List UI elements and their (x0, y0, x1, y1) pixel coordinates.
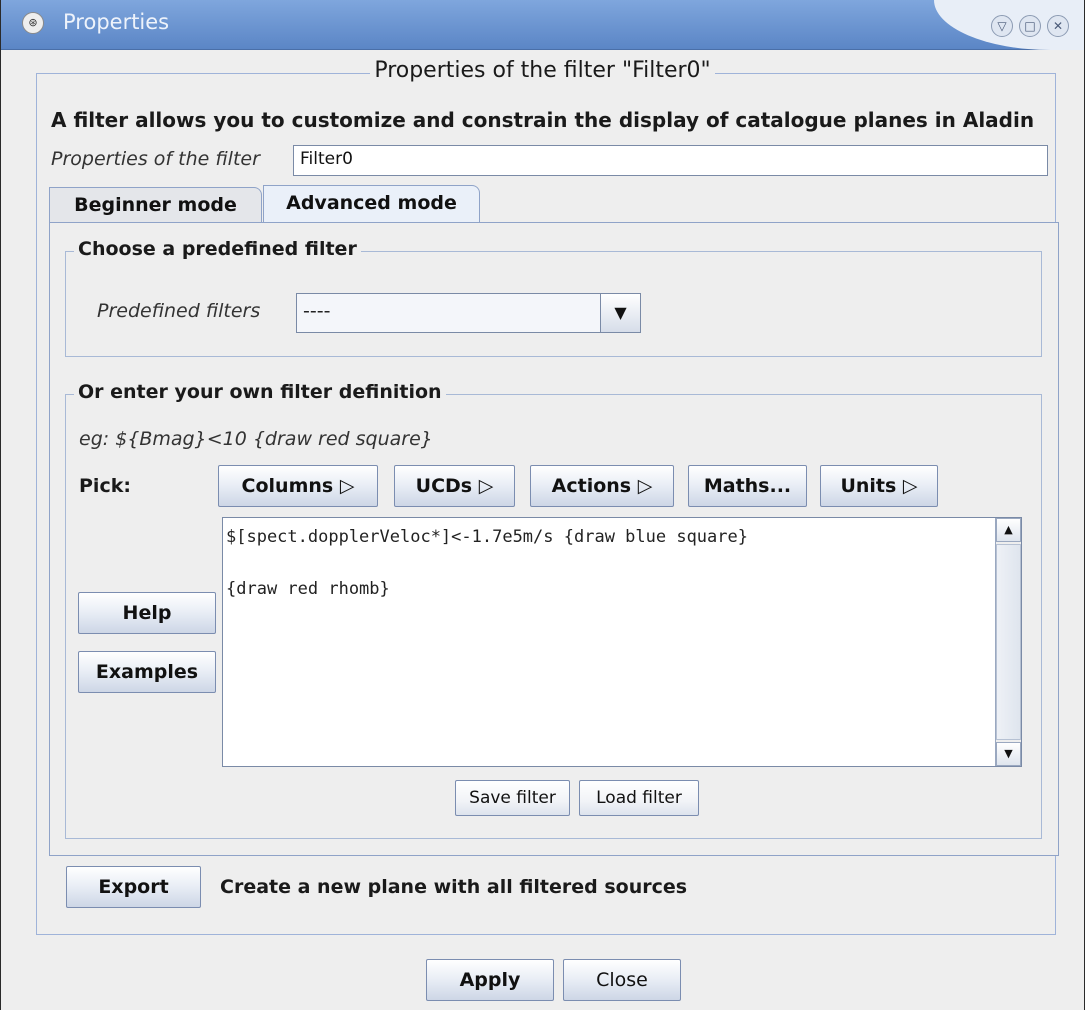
units-button[interactable]: Units ▷ (820, 465, 938, 507)
chevron-down-icon[interactable]: ▼ (600, 294, 640, 332)
properties-window: ⊛ Properties ▽ □ ✕ Properties of the fil… (0, 0, 1085, 1010)
columns-button[interactable]: Columns ▷ (218, 465, 378, 507)
pick-label: Pick: (79, 475, 131, 497)
actions-button[interactable]: Actions ▷ (530, 465, 674, 507)
ucds-button[interactable]: UCDs ▷ (394, 465, 515, 507)
maximize-icon[interactable]: □ (1019, 15, 1041, 37)
window-title: Properties (63, 10, 170, 34)
custom-filter-group-title: Or enter your own filter definition (74, 381, 446, 403)
app-icon[interactable]: ⊛ (22, 12, 44, 34)
title-bar[interactable]: ⊛ Properties ▽ □ ✕ (1, 0, 1084, 50)
filter-definition-textarea[interactable]: $[spect.dopplerVeloc*]<-1.7e5m/s {draw b… (222, 517, 1022, 767)
predefined-filters-select[interactable]: ---- ▼ (296, 293, 641, 333)
filter-name-input[interactable]: Filter0 (293, 145, 1048, 176)
save-filter-button[interactable]: Save filter (455, 780, 570, 816)
predefined-filter-group-title: Choose a predefined filter (74, 238, 361, 260)
filter-name-label: Properties of the filter (51, 148, 260, 170)
predefined-filters-value: ---- (303, 300, 331, 322)
examples-button[interactable]: Examples (78, 651, 216, 693)
close-icon[interactable]: ✕ (1047, 15, 1069, 37)
help-button[interactable]: Help (78, 592, 216, 634)
minimize-icon[interactable]: ▽ (991, 15, 1013, 37)
export-description: Create a new plane with all filtered sou… (220, 876, 688, 898)
tab-beginner-mode[interactable]: Beginner mode (49, 187, 262, 223)
filter-example-text: eg: ${Bmag}<10 {draw red square} (79, 428, 433, 450)
tab-advanced-mode[interactable]: Advanced mode (263, 185, 480, 224)
close-button[interactable]: Close (563, 959, 681, 1001)
predefined-filters-label: Predefined filters (97, 300, 261, 322)
maths-button[interactable]: Maths... (688, 465, 807, 507)
filter-definition-text[interactable]: $[spect.dopplerVeloc*]<-1.7e5m/s {draw b… (226, 524, 991, 602)
vertical-scrollbar[interactable]: ▲ ▼ (995, 518, 1021, 766)
scrollbar-thumb[interactable] (996, 544, 1021, 740)
section-title-text: Properties of the filter "Filter0" (370, 58, 715, 83)
export-button[interactable]: Export (66, 866, 201, 908)
filter-description: A filter allows you to customize and con… (51, 108, 1035, 132)
scroll-down-icon[interactable]: ▼ (996, 742, 1021, 766)
apply-button[interactable]: Apply (426, 959, 554, 1001)
load-filter-button[interactable]: Load filter (579, 780, 699, 816)
scroll-up-icon[interactable]: ▲ (996, 518, 1021, 542)
section-title: Properties of the filter "Filter0" (1, 58, 1084, 83)
